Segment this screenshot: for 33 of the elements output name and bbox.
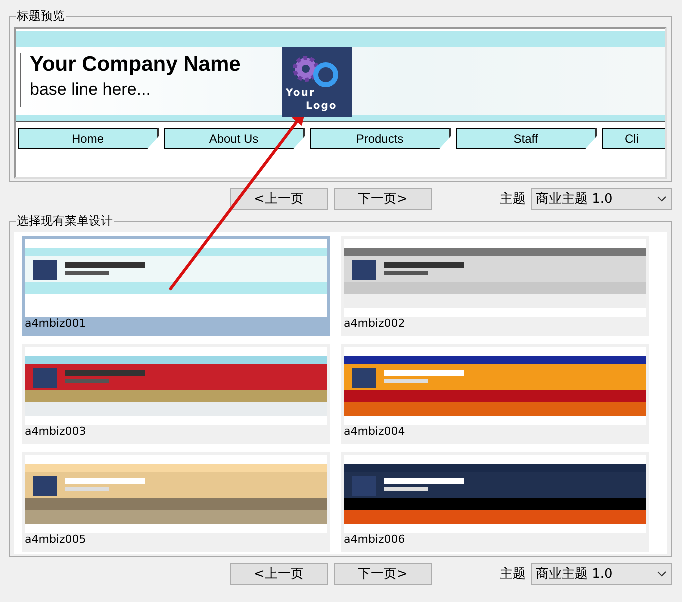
theme-label: 主题 (500, 566, 526, 583)
nav-button[interactable]: About Us (164, 128, 305, 149)
chevron-down-icon (657, 571, 667, 577)
group-title: 标题预览 (16, 8, 66, 25)
nav-button[interactable]: Staff (456, 128, 597, 149)
nav-button[interactable]: Home (18, 128, 159, 149)
logo-text: Logo (306, 100, 338, 113)
design-name: a4mbiz001 (25, 317, 88, 331)
previous-page-button[interactable]: <上一页 (230, 188, 328, 210)
design-card[interactable]: a4mbiz005 (22, 452, 330, 552)
theme-dropdown[interactable]: 商业主题 1.0 (531, 563, 672, 585)
chevron-down-icon (657, 196, 667, 202)
design-name: a4mbiz004 (344, 425, 406, 439)
nav-button[interactable]: Products (310, 128, 451, 149)
nav-button[interactable]: Cli (602, 128, 665, 149)
design-name: a4mbiz005 (25, 533, 88, 547)
previous-page-button[interactable]: <上一页 (230, 563, 328, 585)
design-card[interactable]: a4mbiz002 (341, 236, 649, 336)
logo-text: Your (286, 87, 316, 100)
design-card[interactable]: a4mbiz001 (22, 236, 330, 336)
next-page-button[interactable]: 下一页> (334, 563, 432, 585)
design-card[interactable]: a4mbiz006 (341, 452, 649, 552)
next-page-button[interactable]: 下一页> (334, 188, 432, 210)
theme-label: 主题 (500, 191, 526, 208)
theme-dropdown[interactable]: 商业主题 1.0 (531, 188, 672, 210)
base-line-text: base line here... (30, 80, 152, 100)
design-name: a4mbiz003 (25, 425, 88, 439)
design-name: a4mbiz002 (344, 317, 406, 331)
design-card[interactable]: a4mbiz004 (341, 344, 649, 444)
group-title: 选择现有菜单设计 (16, 213, 114, 230)
design-card[interactable]: a4mbiz003 (22, 344, 330, 444)
design-name: a4mbiz006 (344, 533, 406, 547)
company-name: Your Company Name (30, 53, 242, 77)
